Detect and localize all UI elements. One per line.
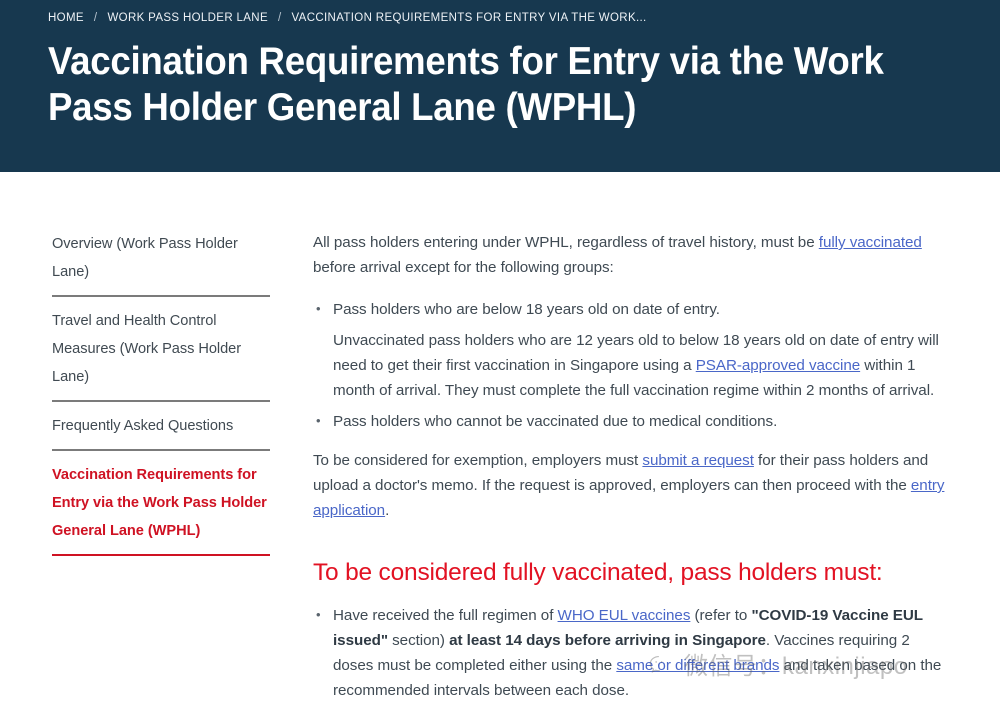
sidebar-item-overview[interactable]: Overview (Work Pass Holder Lane)	[52, 230, 270, 297]
list-item: Pass holders who are below 18 years old …	[316, 296, 951, 403]
intro-text-part2: before arrival except for the following …	[313, 259, 614, 276]
sidebar-item-vaccination-requirements[interactable]: Vaccination Requirements for Entry via t…	[52, 461, 270, 556]
fully-vaccinated-requirements-list: Have received the full regimen of WHO EU…	[313, 602, 951, 703]
breadcrumb-item-current: VACCINATION REQUIREMENTS FOR ENTRY VIA T…	[291, 12, 647, 24]
sidebar-item-travel-and-health-control-measures[interactable]: Travel and Health Control Measures (Work…	[52, 307, 270, 402]
breadcrumb-separator: /	[93, 12, 98, 24]
requirement-part3: section)	[387, 632, 450, 649]
intro-paragraph: All pass holders entering under WPHL, re…	[313, 230, 951, 280]
intro-text-part1: All pass holders entering under WPHL, re…	[313, 234, 819, 251]
exemption-part1: To be considered for exemption, employer…	[313, 452, 643, 469]
bullet-below-18-subtext: Unvaccinated pass holders who are 12 yea…	[333, 328, 951, 403]
bullet-medical-conditions-text: Pass holders who cannot be vaccinated du…	[333, 413, 778, 430]
fully-vaccinated-link[interactable]: fully vaccinated	[819, 234, 922, 251]
section-heading-fully-vaccinated: To be considered fully vaccinated, pass …	[313, 559, 883, 586]
exemption-part3: .	[385, 502, 390, 519]
submit-a-request-link[interactable]: submit a request	[642, 452, 754, 469]
breadcrumb-item-home[interactable]: HOME	[48, 12, 84, 24]
psar-approved-vaccine-link[interactable]: PSAR-approved vaccine	[696, 357, 860, 374]
sidebar-item-frequently-asked-questions[interactable]: Frequently Asked Questions	[52, 412, 270, 451]
who-eul-vaccines-link[interactable]: WHO EUL vaccines	[558, 607, 691, 624]
page-header-banner: HOME / WORK PASS HOLDER LANE / VACCINATI…	[0, 0, 1000, 172]
breadcrumb: HOME / WORK PASS HOLDER LANE / VACCINATI…	[48, 0, 952, 24]
list-item: Have received the full regimen of WHO EU…	[316, 602, 951, 703]
bullet-below-18-text: Pass holders who are below 18 years old …	[333, 301, 720, 318]
page-body: Overview (Work Pass Holder Lane) Travel …	[0, 172, 1000, 717]
breadcrumb-item-work-pass-holder-lane[interactable]: WORK PASS HOLDER LANE	[107, 12, 268, 24]
requirement-part2: (refer to	[690, 607, 752, 624]
exception-groups-list: Pass holders who are below 18 years old …	[313, 296, 951, 434]
exemption-paragraph: To be considered for exemption, employer…	[313, 448, 951, 523]
same-or-different-brands-link[interactable]: same or different brands	[616, 657, 779, 674]
requirement-bold-14-days: at least 14 days before arriving in Sing…	[449, 632, 766, 649]
list-item: Pass holders who cannot be vaccinated du…	[316, 408, 951, 434]
breadcrumb-separator: /	[277, 12, 282, 24]
main-content: All pass holders entering under WPHL, re…	[313, 230, 951, 717]
sidebar-navigation: Overview (Work Pass Holder Lane) Travel …	[52, 230, 270, 556]
page-title: Vaccination Requirements for Entry via t…	[48, 40, 884, 129]
requirement-part1: Have received the full regimen of	[333, 607, 558, 624]
